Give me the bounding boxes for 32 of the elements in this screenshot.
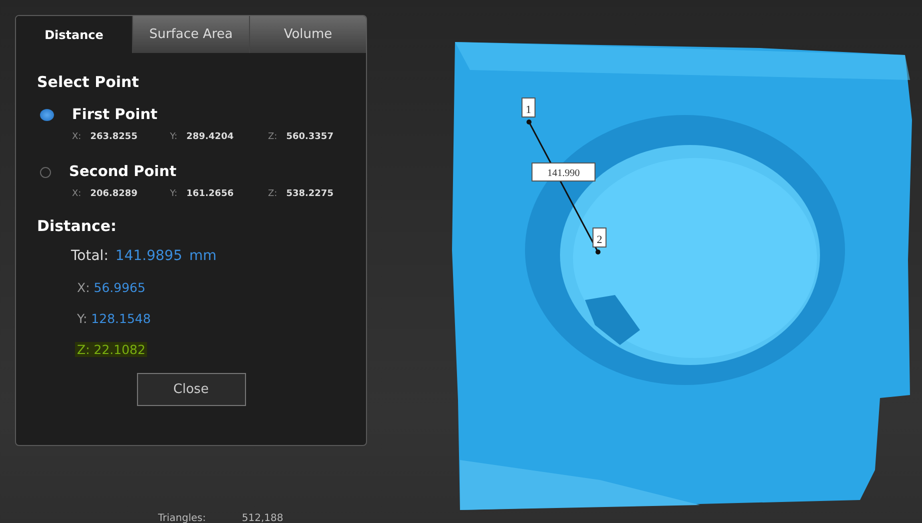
- axis-label: Y:: [170, 132, 178, 142]
- coordinate-value: 538.2275: [286, 189, 334, 199]
- axis-label: Z:: [268, 132, 278, 142]
- section-title: Select Point: [37, 73, 140, 91]
- point-label: Second Point: [69, 164, 176, 180]
- coordinate-value: 560.3357: [286, 132, 334, 142]
- coordinate-value: 161.2656: [186, 189, 234, 199]
- distance-component: X: 56.9965: [76, 280, 146, 295]
- coordinate-value: 263.8255: [90, 132, 138, 142]
- point-label: First Point: [72, 107, 158, 123]
- radio-button[interactable]: [40, 166, 51, 178]
- status-label: Triangles:: [158, 513, 206, 523]
- axis-label: Z:: [268, 189, 278, 199]
- tab[interactable]: Surface Area: [132, 16, 249, 53]
- point-label: 1: [522, 98, 536, 118]
- tab[interactable]: Volume: [249, 16, 366, 53]
- total-value: 141.9895: [115, 248, 182, 264]
- axis-label: X:: [72, 189, 82, 199]
- coordinate-value: 206.8289: [90, 189, 138, 199]
- close-button[interactable]: Close: [136, 373, 246, 406]
- axis-label: X:: [72, 132, 82, 142]
- point-label: 2: [592, 228, 606, 248]
- unit-label: mm: [189, 248, 217, 264]
- status-value: 512,188: [242, 513, 284, 523]
- total-label: Total:: [71, 248, 108, 264]
- distance-label: 141.990: [532, 162, 596, 182]
- distance-component: Z: 22.1082: [75, 342, 148, 357]
- axis-label: Y:: [170, 189, 178, 199]
- radio-button[interactable]: [40, 109, 54, 121]
- distance-heading: Distance:: [37, 217, 118, 235]
- distance-component: Y: 128.1548: [76, 311, 152, 326]
- coordinate-value: 289.4204: [186, 132, 234, 142]
